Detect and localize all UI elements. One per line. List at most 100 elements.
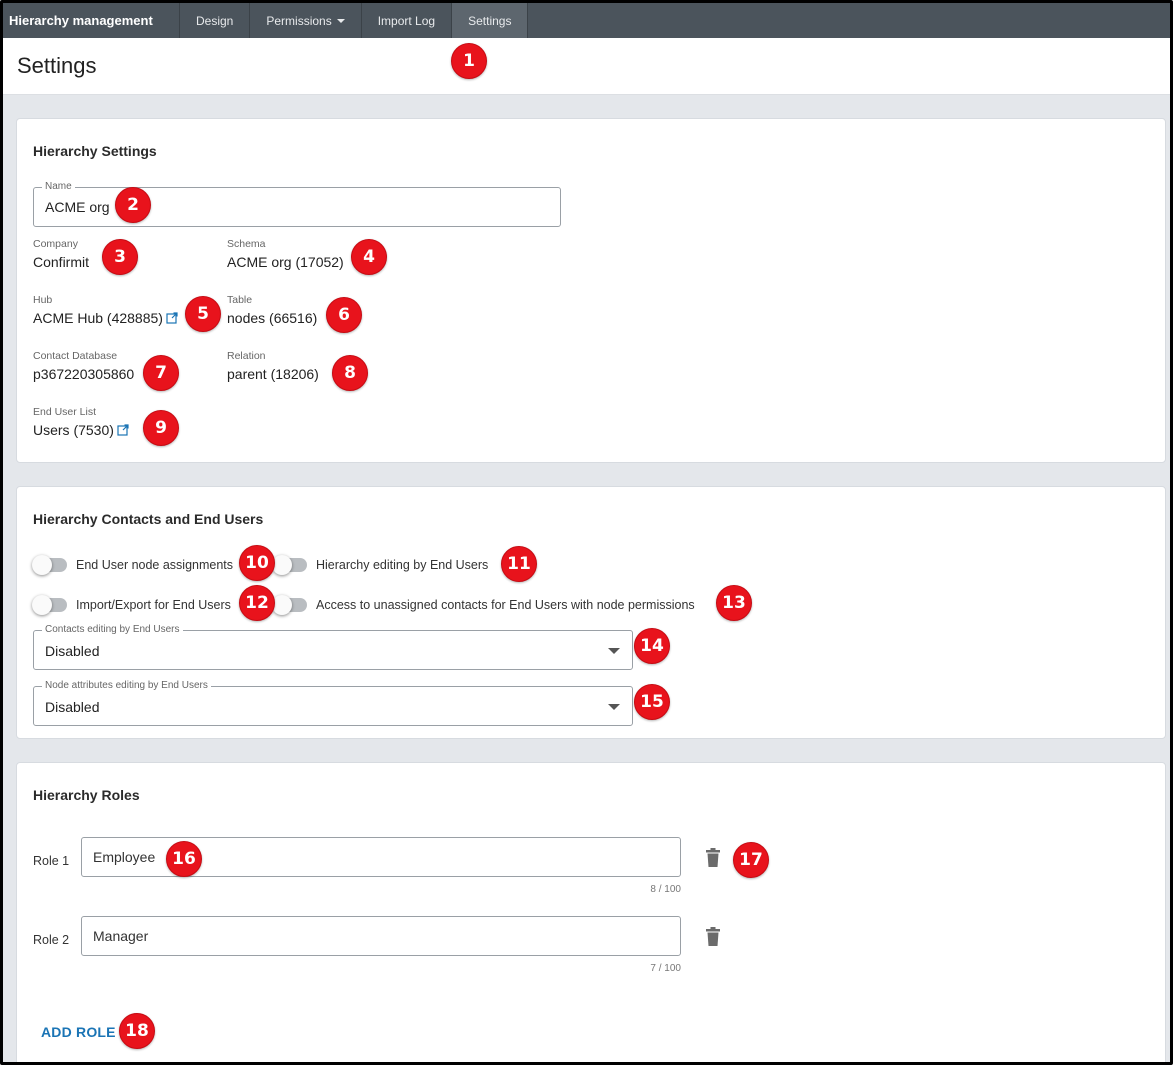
end-user-list-value[interactable]: Users (7530) [33,422,114,438]
table-label: Table [227,294,253,306]
add-role-button[interactable]: ADD ROLE [41,1024,116,1040]
annotation-badge-3: 3 [102,239,138,275]
role-2-value: Manager [93,928,149,944]
toggle-knob [272,595,292,615]
toggle-knob [32,595,52,615]
hub-label: Hub [33,294,53,306]
hub-value-row[interactable]: ACME Hub (428885) [33,310,178,326]
app-brand: Hierarchy management [9,13,153,28]
annotation-badge-5: 5 [185,296,221,332]
annotation-badge-11: 11 [501,546,537,582]
schema-label: Schema [227,238,266,250]
toggle-switch[interactable] [272,595,307,615]
toggle-label: End User node assignments [76,558,234,572]
role-2-counter: 7 / 100 [650,963,681,974]
relation-info: Relation parent (18206) [227,350,319,382]
hierarchy-settings-card: Hierarchy Settings Name ACME org Company… [16,118,1166,463]
toggle-unassigned-contacts-access[interactable]: Access to unassigned contacts for End Us… [272,595,695,615]
relation-value: parent (18206) [227,366,319,382]
annotation-badge-10: 10 [239,545,275,581]
toggle-knob [32,555,52,575]
company-info: Company Confirmit [33,238,89,270]
contacts-editing-label: Contacts editing by End Users [42,624,183,636]
company-label: Company [33,238,78,250]
toggle-import-export[interactable]: Import/Export for End Users [32,595,231,615]
role-1-label: Role 1 [33,854,70,868]
contact-database-info: Contact Database p367220305860 [33,350,134,382]
toggle-label: Access to unassigned contacts for End Us… [316,598,695,612]
contacts-end-users-title: Hierarchy Contacts and End Users [33,511,264,527]
annotation-badge-8: 8 [332,355,368,391]
annotation-badge-13: 13 [716,585,752,621]
annotation-badge-1: 1 [451,43,487,79]
role-2-input[interactable]: Manager [81,916,681,956]
tab-design[interactable]: Design [179,3,249,38]
name-field[interactable]: Name ACME org [33,181,561,227]
hub-info: Hub ACME Hub (428885) [33,294,178,326]
role-2-label: Role 2 [33,933,70,947]
name-field-label: Name [42,181,75,193]
contacts-end-users-card: Hierarchy Contacts and End Users End Use… [16,486,1166,739]
tab-settings-label: Settings [468,13,512,28]
hierarchy-roles-title: Hierarchy Roles [33,787,140,803]
toggle-label: Hierarchy editing by End Users [316,558,489,572]
page-header: Settings [3,38,1170,95]
page-title: Settings [17,53,97,78]
schema-value: ACME org (17052) [227,254,344,270]
role-1-value: Employee [93,849,156,865]
contact-database-value: p367220305860 [33,366,135,382]
hierarchy-roles-card: Hierarchy Roles Role 1 Employee 8 / 100 … [16,762,1166,1062]
annotation-badge-7: 7 [143,355,179,391]
external-link-icon[interactable] [117,424,129,436]
app-window: Hierarchy management Design Permissions … [0,0,1173,1065]
annotation-badge-17: 17 [733,842,769,878]
annotation-badge-15: 15 [634,684,670,720]
contacts-editing-value: Disabled [45,643,100,659]
relation-label: Relation [227,350,266,362]
hierarchy-settings-title: Hierarchy Settings [33,143,157,159]
tab-import-log[interactable]: Import Log [360,3,451,38]
hub-value[interactable]: ACME Hub (428885) [33,310,163,326]
delete-role-1-icon[interactable] [705,848,721,868]
caret-down-icon [336,18,345,23]
contacts-editing-select[interactable]: Contacts editing by End Users Disabled [33,624,633,670]
table-info: Table nodes (66516) [227,294,317,326]
annotation-badge-9: 9 [143,410,179,446]
toggle-knob [272,555,292,575]
contact-database-label: Contact Database [33,350,118,362]
toggle-switch[interactable] [32,595,67,615]
end-user-list-row[interactable]: Users (7530) [33,422,129,438]
tab-design-label: Design [196,13,234,28]
toggle-switch[interactable] [32,555,67,575]
annotation-badge-14: 14 [634,628,670,664]
company-value: Confirmit [33,254,90,270]
end-user-list-info: End User List Users (7530) [33,406,129,438]
toggle-end-user-node-assignments[interactable]: End User node assignments [32,555,234,575]
end-user-list-label: End User List [33,406,97,418]
annotation-badge-12: 12 [239,585,275,621]
annotation-badge-2: 2 [115,187,151,223]
role-1-counter: 8 / 100 [650,884,681,895]
dropdown-arrow-icon[interactable] [608,704,620,710]
table-value: nodes (66516) [227,310,318,326]
tab-import-log-label: Import Log [377,13,436,28]
toggle-hierarchy-editing[interactable]: Hierarchy editing by End Users [272,555,489,575]
node-attributes-editing-select[interactable]: Node attributes editing by End Users Dis… [33,680,633,726]
dropdown-arrow-icon[interactable] [608,648,620,654]
schema-info: Schema ACME org (17052) [227,238,344,270]
delete-role-2-icon[interactable] [705,927,721,947]
node-attributes-editing-label: Node attributes editing by End Users [42,680,211,692]
annotation-badge-6: 6 [326,297,362,333]
annotation-badge-4: 4 [351,239,387,275]
external-link-icon[interactable] [166,312,178,324]
toggle-label: Import/Export for End Users [76,598,231,612]
node-attributes-editing-value: Disabled [45,699,100,715]
tab-permissions[interactable]: Permissions [249,3,360,38]
tab-permissions-label: Permissions [266,13,332,28]
top-navbar: Hierarchy management Design Permissions … [3,3,1170,38]
tab-settings[interactable]: Settings [451,3,529,38]
annotation-badge-16: 16 [166,841,202,877]
annotation-badge-18: 18 [119,1013,155,1049]
toggle-switch[interactable] [272,555,307,575]
name-field-value: ACME org [45,199,110,215]
